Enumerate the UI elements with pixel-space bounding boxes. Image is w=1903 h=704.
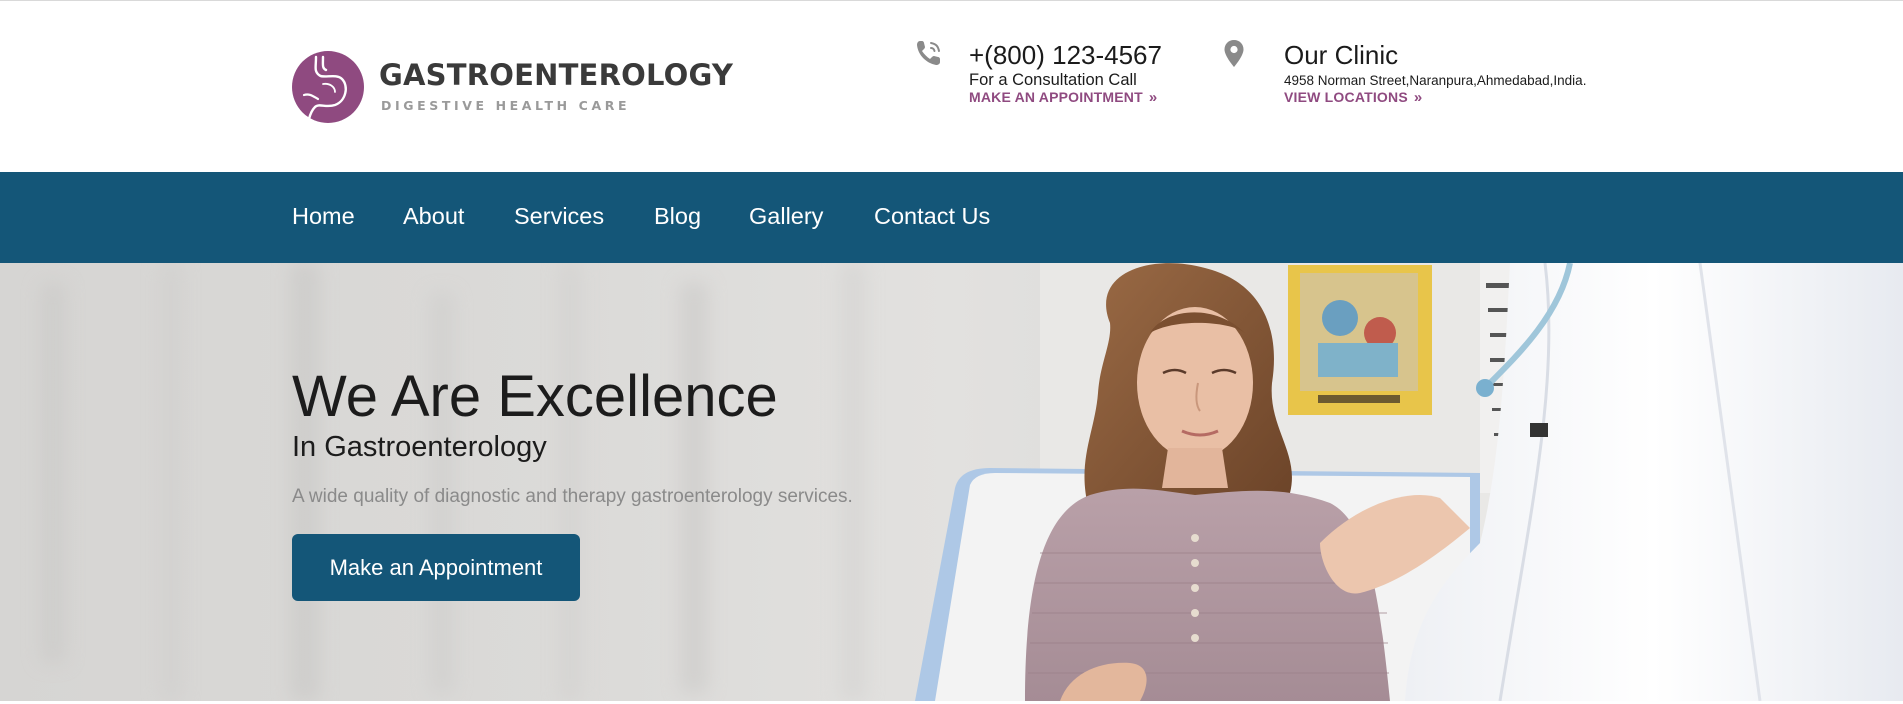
clinic-contact: Our Clinic 4958 Norman Street,Naranpura,… — [1222, 37, 1622, 117]
clinic-address: 4958 Norman Street,Naranpura,Ahmedabad,I… — [1284, 73, 1587, 88]
phone-contact: +(800) 123-4567 For a Consultation Call … — [912, 37, 1172, 117]
brand-logo[interactable]: GASTROENTEROLOGY DIGESTIVE HEALTH CARE — [292, 51, 733, 125]
nav-item-services[interactable]: Services — [514, 203, 604, 230]
make-appointment-link[interactable]: MAKE AN APPOINTMENT » — [969, 89, 1157, 106]
phone-number: +(800) 123-4567 — [969, 40, 1162, 70]
brand-tagline: DIGESTIVE HEALTH CARE — [381, 98, 631, 113]
make-appointment-button[interactable]: Make an Appointment — [292, 534, 580, 601]
nav-item-blog[interactable]: Blog — [654, 203, 701, 230]
stomach-logo-icon — [292, 51, 364, 123]
nav-item-gallery[interactable]: Gallery — [749, 203, 823, 230]
brand-name: GASTROENTEROLOGY — [379, 58, 734, 92]
view-locations-link[interactable]: VIEW LOCATIONS » — [1284, 89, 1422, 106]
nav-item-about[interactable]: About — [403, 203, 464, 230]
hero-description: A wide quality of diagnostic and therapy… — [292, 486, 853, 507]
hero-title: We Are Excellence — [292, 364, 778, 429]
double-chevron-right-icon: » — [1413, 89, 1423, 106]
map-pin-icon — [1224, 40, 1244, 67]
hero-subtitle: In Gastroenterology — [292, 431, 547, 463]
view-locations-link-label: VIEW LOCATIONS — [1284, 89, 1408, 105]
site-header: GASTROENTEROLOGY DIGESTIVE HEALTH CARE +… — [0, 1, 1903, 172]
make-appointment-link-label: MAKE AN APPOINTMENT — [969, 89, 1143, 105]
main-navigation: Home About Services Blog Gallery Contact… — [0, 172, 1903, 263]
double-chevron-right-icon: » — [1148, 89, 1158, 106]
clinic-title: Our Clinic — [1284, 40, 1399, 70]
hero-banner — [0, 263, 1903, 701]
nav-item-contact-us[interactable]: Contact Us — [874, 203, 990, 230]
hero-background-photo — [40, 263, 1903, 701]
nav-item-home[interactable]: Home — [292, 203, 355, 230]
phone-caption: For a Consultation Call — [969, 71, 1137, 89]
phone-icon — [917, 41, 940, 65]
